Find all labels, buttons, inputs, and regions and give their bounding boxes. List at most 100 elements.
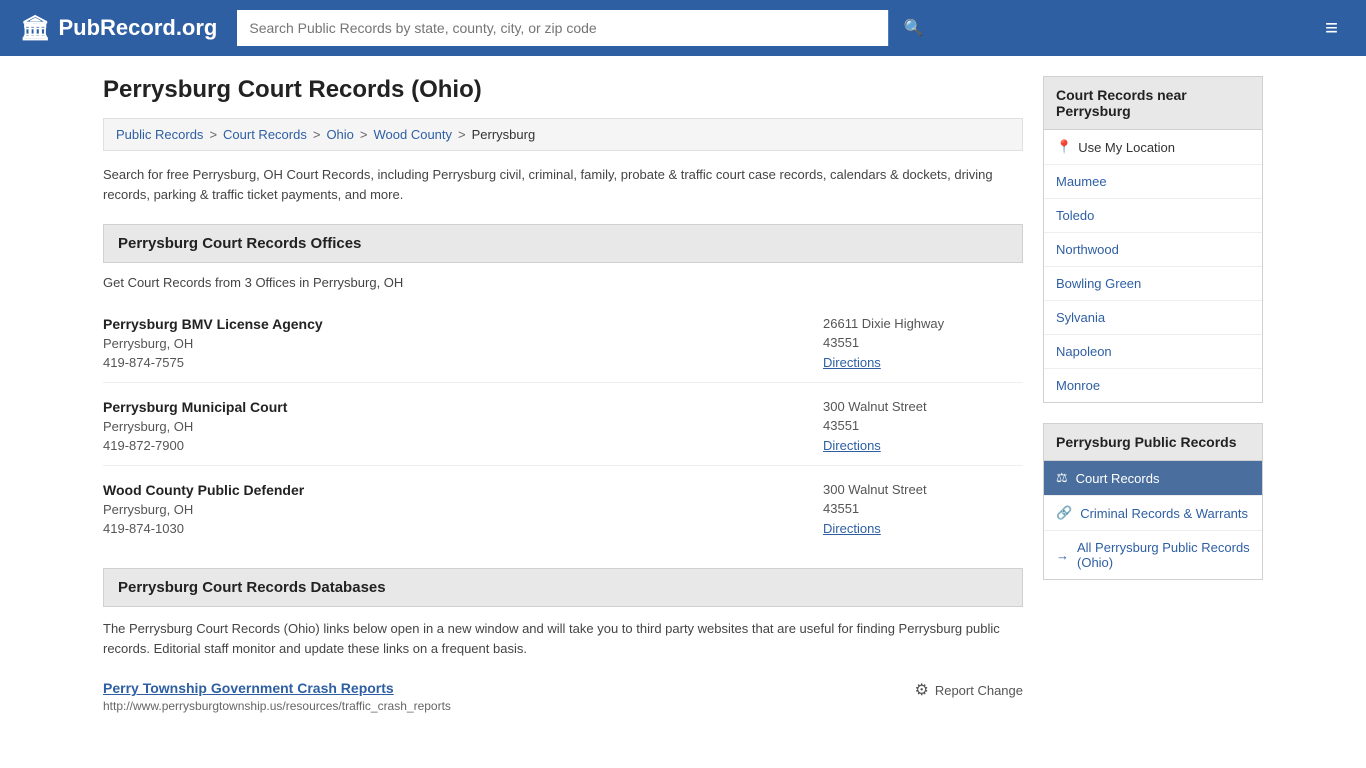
sidebar-record-item[interactable]: 🔗 Criminal Records & Warrants bbox=[1044, 496, 1262, 531]
sidebar-item-city[interactable]: Toledo bbox=[1044, 199, 1262, 233]
breadcrumb-sep-2: > bbox=[313, 127, 321, 142]
db-title-link[interactable]: Perry Township Government Crash Reports bbox=[103, 680, 394, 696]
use-location-label: Use My Location bbox=[1078, 140, 1175, 155]
sidebar-item-city[interactable]: Napoleon bbox=[1044, 335, 1262, 369]
office-phone: 419-874-1030 bbox=[103, 521, 304, 536]
office-city: Perrysburg, OH bbox=[103, 419, 287, 434]
report-change-button[interactable]: ⚙ Report Change bbox=[914, 680, 1023, 700]
header: 🏛 PubRecord.org 🔍 ≡ bbox=[0, 0, 1366, 56]
menu-button[interactable]: ≡ bbox=[1317, 11, 1346, 45]
office-name: Perrysburg BMV License Agency bbox=[103, 316, 323, 332]
report-change-label: Report Change bbox=[935, 683, 1023, 698]
databases-section-header: Perrysburg Court Records Databases bbox=[103, 568, 1023, 607]
office-address: 300 Walnut Street bbox=[823, 399, 1023, 414]
sidebar-record-link[interactable]: → All Perrysburg Public Records (Ohio) bbox=[1044, 531, 1262, 579]
sidebar-city-link[interactable]: Maumee bbox=[1044, 165, 1262, 198]
databases-list: Perry Township Government Crash Reports … bbox=[103, 672, 1023, 721]
office-name: Perrysburg Municipal Court bbox=[103, 399, 287, 415]
office-right: 300 Walnut Street 43551 Directions bbox=[823, 482, 1023, 536]
breadcrumb-perrysburg: Perrysburg bbox=[472, 127, 536, 142]
db-url: http://www.perrysburgtownship.us/resourc… bbox=[103, 699, 451, 713]
sidebar-item-city[interactable]: Northwood bbox=[1044, 233, 1262, 267]
db-left: Perry Township Government Crash Reports … bbox=[103, 680, 451, 713]
breadcrumb-wood-county[interactable]: Wood County bbox=[374, 127, 453, 142]
databases-section: Perrysburg Court Records Databases The P… bbox=[103, 568, 1023, 721]
record-label: Criminal Records & Warrants bbox=[1080, 506, 1248, 521]
office-phone: 419-874-7575 bbox=[103, 355, 323, 370]
sidebar-record-link[interactable]: 🔗 Criminal Records & Warrants bbox=[1044, 496, 1262, 530]
sidebar-record-item[interactable]: → All Perrysburg Public Records (Ohio) bbox=[1044, 531, 1262, 579]
record-label: All Perrysburg Public Records (Ohio) bbox=[1077, 540, 1250, 570]
office-left: Perrysburg BMV License Agency Perrysburg… bbox=[103, 316, 323, 370]
sidebar-item-city[interactable]: Bowling Green bbox=[1044, 267, 1262, 301]
offices-section: Perrysburg Court Records Offices Get Cou… bbox=[103, 224, 1023, 548]
record-label: Court Records bbox=[1076, 471, 1160, 486]
sidebar-city-link[interactable]: Toledo bbox=[1044, 199, 1262, 232]
directions-link[interactable]: Directions bbox=[823, 355, 881, 370]
breadcrumb-sep-4: > bbox=[458, 127, 466, 142]
office-address: 300 Walnut Street bbox=[823, 482, 1023, 497]
breadcrumb-court-records[interactable]: Court Records bbox=[223, 127, 307, 142]
database-entry: Perry Township Government Crash Reports … bbox=[103, 672, 1023, 721]
logo-text: PubRecord.org bbox=[58, 15, 217, 41]
offices-count: Get Court Records from 3 Offices in Perr… bbox=[103, 275, 1023, 290]
search-input[interactable] bbox=[237, 10, 888, 46]
sidebar-city-link[interactable]: Northwood bbox=[1044, 233, 1262, 266]
breadcrumb-sep-3: > bbox=[360, 127, 368, 142]
hamburger-icon: ≡ bbox=[1325, 15, 1338, 40]
offices-list: Perrysburg BMV License Agency Perrysburg… bbox=[103, 304, 1023, 548]
office-zip: 43551 bbox=[823, 335, 1023, 350]
record-icon: ⚖ bbox=[1056, 470, 1068, 486]
office-city: Perrysburg, OH bbox=[103, 336, 323, 351]
sidebar-city-link[interactable]: Sylvania bbox=[1044, 301, 1262, 334]
page-title: Perrysburg Court Records (Ohio) bbox=[103, 76, 1023, 104]
sidebar-city-link[interactable]: Napoleon bbox=[1044, 335, 1262, 368]
report-icon: ⚙ bbox=[914, 680, 928, 700]
search-button[interactable]: 🔍 bbox=[888, 10, 937, 46]
office-entry: Perrysburg BMV License Agency Perrysburg… bbox=[103, 304, 1023, 383]
sidebar: Court Records near Perrysburg 📍 Use My L… bbox=[1043, 76, 1263, 721]
search-container: 🔍 bbox=[237, 10, 937, 46]
sidebar-nearby-title: Court Records near Perrysburg bbox=[1043, 76, 1263, 130]
sidebar-item-city[interactable]: Monroe bbox=[1044, 369, 1262, 402]
office-city: Perrysburg, OH bbox=[103, 502, 304, 517]
sidebar-nearby-list: 📍 Use My Location MaumeeToledoNorthwoodB… bbox=[1043, 130, 1263, 403]
intro-text: Search for free Perrysburg, OH Court Rec… bbox=[103, 165, 1023, 204]
sidebar-record-item[interactable]: ⚖ Court Records bbox=[1044, 461, 1262, 496]
office-right: 26611 Dixie Highway 43551 Directions bbox=[823, 316, 1023, 370]
office-entry: Perrysburg Municipal Court Perrysburg, O… bbox=[103, 387, 1023, 466]
office-zip: 43551 bbox=[823, 501, 1023, 516]
office-name: Wood County Public Defender bbox=[103, 482, 304, 498]
logo[interactable]: 🏛 PubRecord.org bbox=[20, 14, 217, 43]
sidebar-records-list: ⚖ Court Records 🔗 Criminal Records & War… bbox=[1043, 461, 1263, 580]
office-zip: 43551 bbox=[823, 418, 1023, 433]
office-address: 26611 Dixie Highway bbox=[823, 316, 1023, 331]
sidebar-item-city[interactable]: Maumee bbox=[1044, 165, 1262, 199]
offices-section-header: Perrysburg Court Records Offices bbox=[103, 224, 1023, 263]
breadcrumb: Public Records > Court Records > Ohio > … bbox=[103, 118, 1023, 151]
sidebar-item-city[interactable]: Sylvania bbox=[1044, 301, 1262, 335]
office-entry: Wood County Public Defender Perrysburg, … bbox=[103, 470, 1023, 548]
record-icon: → bbox=[1056, 548, 1069, 563]
office-left: Wood County Public Defender Perrysburg, … bbox=[103, 482, 304, 536]
breadcrumb-sep-1: > bbox=[209, 127, 217, 142]
office-right: 300 Walnut Street 43551 Directions bbox=[823, 399, 1023, 453]
directions-link[interactable]: Directions bbox=[823, 521, 881, 536]
office-left: Perrysburg Municipal Court Perrysburg, O… bbox=[103, 399, 287, 453]
sidebar-city-link[interactable]: Monroe bbox=[1044, 369, 1262, 402]
databases-description: The Perrysburg Court Records (Ohio) link… bbox=[103, 619, 1023, 658]
search-icon: 🔍 bbox=[903, 20, 923, 37]
main-container: Perrysburg Court Records (Ohio) Public R… bbox=[83, 56, 1283, 741]
breadcrumb-public-records[interactable]: Public Records bbox=[116, 127, 203, 142]
office-phone: 419-872-7900 bbox=[103, 438, 287, 453]
sidebar-records-title: Perrysburg Public Records bbox=[1043, 423, 1263, 461]
breadcrumb-ohio[interactable]: Ohio bbox=[326, 127, 353, 142]
logo-icon: 🏛 bbox=[20, 14, 50, 43]
sidebar-record-link[interactable]: ⚖ Court Records bbox=[1044, 461, 1262, 495]
content-area: Perrysburg Court Records (Ohio) Public R… bbox=[103, 76, 1023, 721]
record-icon: 🔗 bbox=[1056, 505, 1072, 521]
sidebar-use-location[interactable]: 📍 Use My Location bbox=[1044, 130, 1262, 165]
location-icon: 📍 bbox=[1056, 139, 1072, 155]
directions-link[interactable]: Directions bbox=[823, 438, 881, 453]
sidebar-city-link[interactable]: Bowling Green bbox=[1044, 267, 1262, 300]
